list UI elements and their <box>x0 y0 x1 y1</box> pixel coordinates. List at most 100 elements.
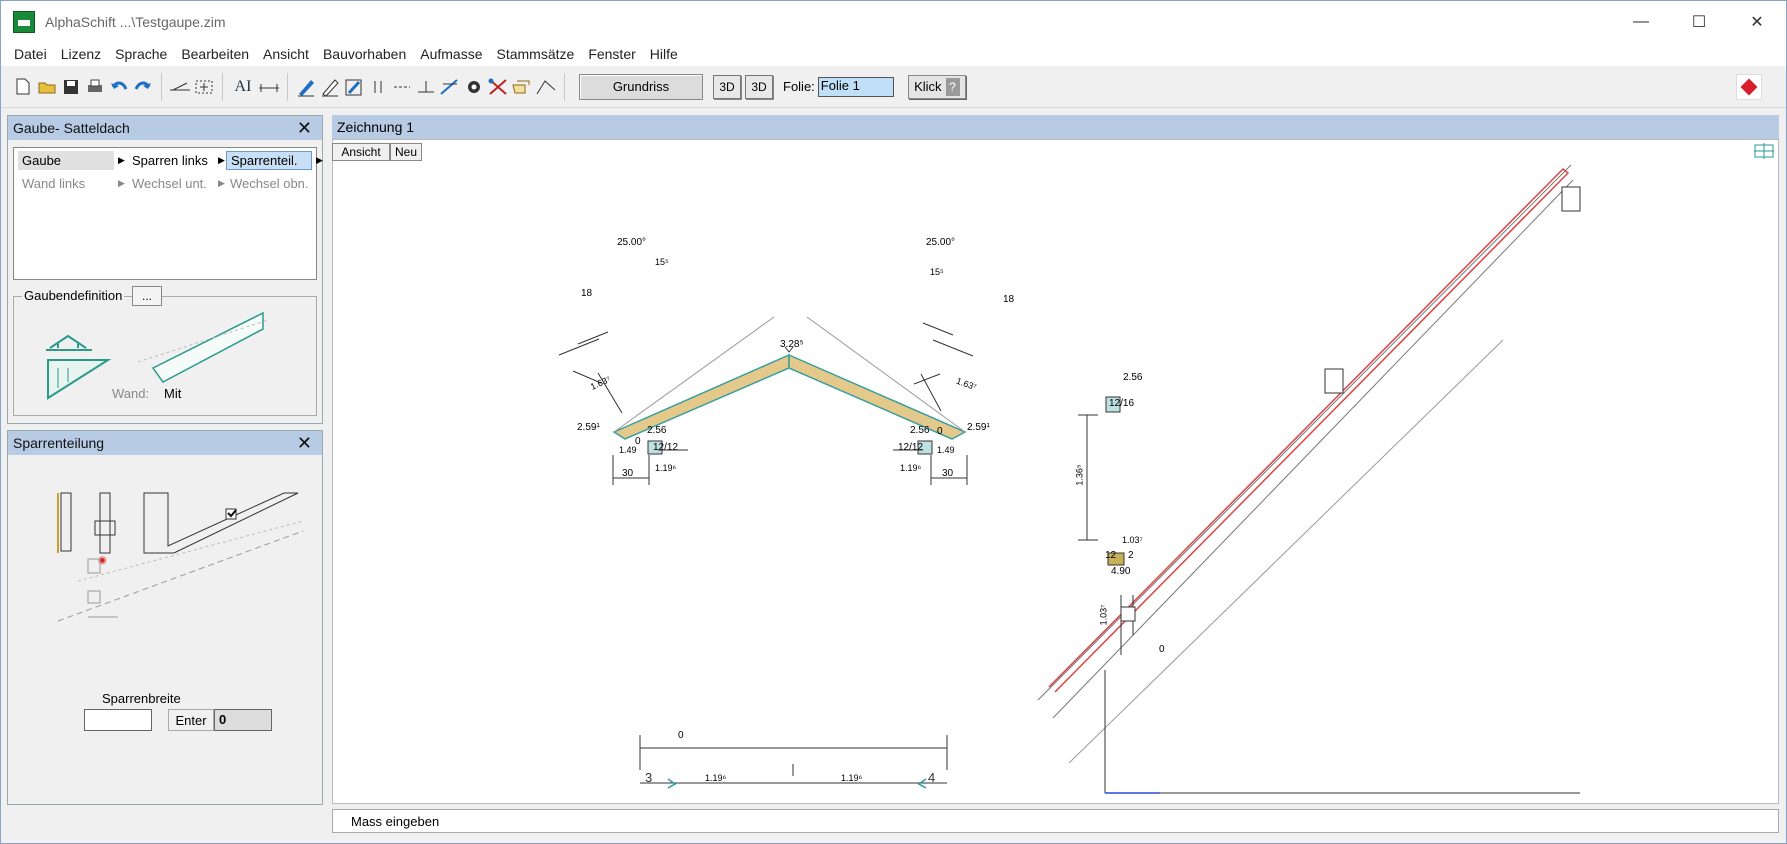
dim-1212-right: 12/12 <box>898 442 924 453</box>
dim-256-left: 2.56 <box>647 425 667 436</box>
svg-text:◉: ◉ <box>98 555 107 566</box>
undo-icon[interactable] <box>108 75 130 99</box>
toolbar: AI Grundriss 3D 3D Folie: Folie 1 Klick? <box>1 66 1786 108</box>
dimension-tool-icon[interactable] <box>258 75 280 99</box>
new-file-icon[interactable] <box>12 75 34 99</box>
dim-30-left: 30 <box>622 468 634 479</box>
redo-icon[interactable] <box>132 75 154 99</box>
drawing-title: Zeichnung 1 <box>337 119 415 135</box>
dim-section-136: 1.36⁵ <box>1074 464 1085 486</box>
eraser-pencil-icon[interactable] <box>319 75 341 99</box>
perpendicular-icon[interactable] <box>415 75 437 99</box>
hand-icon[interactable] <box>511 75 533 99</box>
dim-1196-left: 1.19⁶ <box>655 463 677 473</box>
toolbar-separator <box>287 72 288 101</box>
nav-arrow-icon: ▶ <box>218 178 225 188</box>
grundriss-button[interactable]: Grundriss <box>579 73 703 100</box>
move-tool-icon[interactable] <box>193 75 215 99</box>
3d-view-button[interactable]: 3D <box>713 74 741 99</box>
rafter-icon[interactable] <box>439 75 461 99</box>
menu-ansicht[interactable]: Ansicht <box>263 46 309 62</box>
dim-angle-right: 25.00° <box>926 237 956 248</box>
save-icon[interactable] <box>60 75 82 99</box>
dim-bottom-1196-b: 1.19⁶ <box>841 773 863 783</box>
klick-label: Klick <box>914 79 942 94</box>
gear-icon[interactable] <box>463 75 485 99</box>
menu-hilfe[interactable]: Hilfe <box>650 46 678 62</box>
left-rafter <box>612 353 790 440</box>
dormer-front-view <box>558 316 974 485</box>
menu-bearbeiten[interactable]: Bearbeiten <box>181 46 249 62</box>
print-icon[interactable] <box>84 75 106 99</box>
menu-datei[interactable]: Datei <box>14 46 47 62</box>
menu-aufmasse[interactable]: Aufmasse <box>420 46 482 62</box>
dim-section-490: 4.90 <box>1111 566 1131 577</box>
sparrenteilung-panel: Sparrenteilung ✕ ◉ Sparrenbreite Enter 0 <box>7 430 323 805</box>
dim-section-1216: 12/16 <box>1109 398 1135 409</box>
point-4-label: 4 <box>928 770 936 785</box>
gaubendefinition-label: Gaubendefinition <box>22 288 125 303</box>
dim-256-right: 2.56 <box>910 425 930 436</box>
wand-value: Mit <box>164 386 182 401</box>
menu-sprache[interactable]: Sprache <box>115 46 167 62</box>
dim-259-right: 2.59¹ <box>967 422 990 433</box>
dim-149-left: 1.49 <box>619 445 637 455</box>
nav-item-wechsel-obn[interactable]: Wechsel obn. <box>226 174 316 193</box>
dim-angle-left: 25.00° <box>617 237 647 248</box>
sparrenteilung-diagram-icon: ◉ <box>57 492 304 622</box>
sparrenbreite-label: Sparrenbreite <box>102 691 181 706</box>
gaube-panel-close-icon[interactable]: ✕ <box>297 118 312 139</box>
nav-item-gaube[interactable]: Gaube <box>18 151 114 170</box>
menu-bauvorhaben[interactable]: Bauvorhaben <box>323 46 406 62</box>
angle-tool-icon[interactable] <box>169 75 191 99</box>
split-view-icon[interactable] <box>1753 142 1775 160</box>
folie-select[interactable]: Folie 1 <box>817 76 894 97</box>
dim-section-0: 0 <box>1159 644 1165 655</box>
sparrenbreite-input[interactable] <box>84 709 152 731</box>
horizontal-line-icon[interactable] <box>391 75 413 99</box>
minimize-button[interactable]: — <box>1612 1 1670 42</box>
sparren-count-field[interactable]: 0 <box>214 709 272 731</box>
red-diamond-icon[interactable] <box>1736 74 1762 100</box>
nav-item-wechsel-unt[interactable]: Wechsel unt. <box>128 174 214 193</box>
nav-item-sparren-links[interactable]: Sparren links <box>128 151 214 170</box>
gaube-preview-icon <box>46 311 269 400</box>
close-window-button[interactable]: ✕ <box>1728 1 1786 42</box>
text-tool-icon[interactable]: AI <box>230 75 256 99</box>
dim-149-right: 1.49 <box>937 445 955 455</box>
menu-fenster[interactable]: Fenster <box>588 46 635 62</box>
sparrenteilung-panel-close-icon[interactable]: ✕ <box>297 433 312 454</box>
sparrenteilung-panel-title: Sparrenteilung <box>13 435 105 451</box>
open-folder-icon[interactable] <box>36 75 58 99</box>
edit-box-icon[interactable] <box>343 75 365 99</box>
3d-view-alt-button[interactable]: 3D <box>745 74 773 99</box>
dim-18-left: 18 <box>581 288 593 299</box>
roof-section-view <box>1037 164 1581 794</box>
parallel-lines-icon[interactable] <box>367 75 389 99</box>
roof-line-icon[interactable] <box>535 75 557 99</box>
menu-stammsaetze[interactable]: Stammsätze <box>497 46 575 62</box>
dim-15-right: 15⁵ <box>930 267 944 277</box>
folie-label: Folie: <box>783 79 815 94</box>
pencil-icon[interactable] <box>295 75 317 99</box>
bottom-dimension-line <box>639 735 948 789</box>
dim-259-left: 2.59¹ <box>577 422 600 433</box>
app-window: AlphaSchift ...\Testgaupe.zim — ☐ ✕ Date… <box>0 0 1787 844</box>
gaube-panel-header: Gaube- Satteldach ✕ <box>8 116 322 140</box>
dim-18-right: 18 <box>1003 294 1015 305</box>
dim-15-left: 15⁵ <box>655 257 669 267</box>
gaube-panel-title: Gaube- Satteldach <box>13 120 130 136</box>
klick-button[interactable]: Klick? <box>907 74 966 99</box>
nav-item-sparrenteil[interactable]: Sparrenteil. <box>226 151 312 170</box>
nav-item-wand-links[interactable]: Wand links <box>18 174 114 193</box>
drawing-canvas[interactable]: Ansicht Neu 25.00° 25.00° 15⁵ 15⁵ 18 18 … <box>332 139 1779 804</box>
gaubendefinition-button[interactable]: ... <box>132 286 162 306</box>
tools-icon[interactable] <box>487 75 509 99</box>
drawing-header: Zeichnung 1 <box>332 115 1779 139</box>
menu-lizenz[interactable]: Lizenz <box>61 46 101 62</box>
ansicht-button[interactable]: Ansicht <box>332 143 390 161</box>
enter-button[interactable]: Enter <box>168 709 214 731</box>
neu-button[interactable]: Neu <box>390 143 422 161</box>
maximize-button[interactable]: ☐ <box>1670 1 1728 42</box>
dim-section-256: 2.56 <box>1123 372 1143 383</box>
